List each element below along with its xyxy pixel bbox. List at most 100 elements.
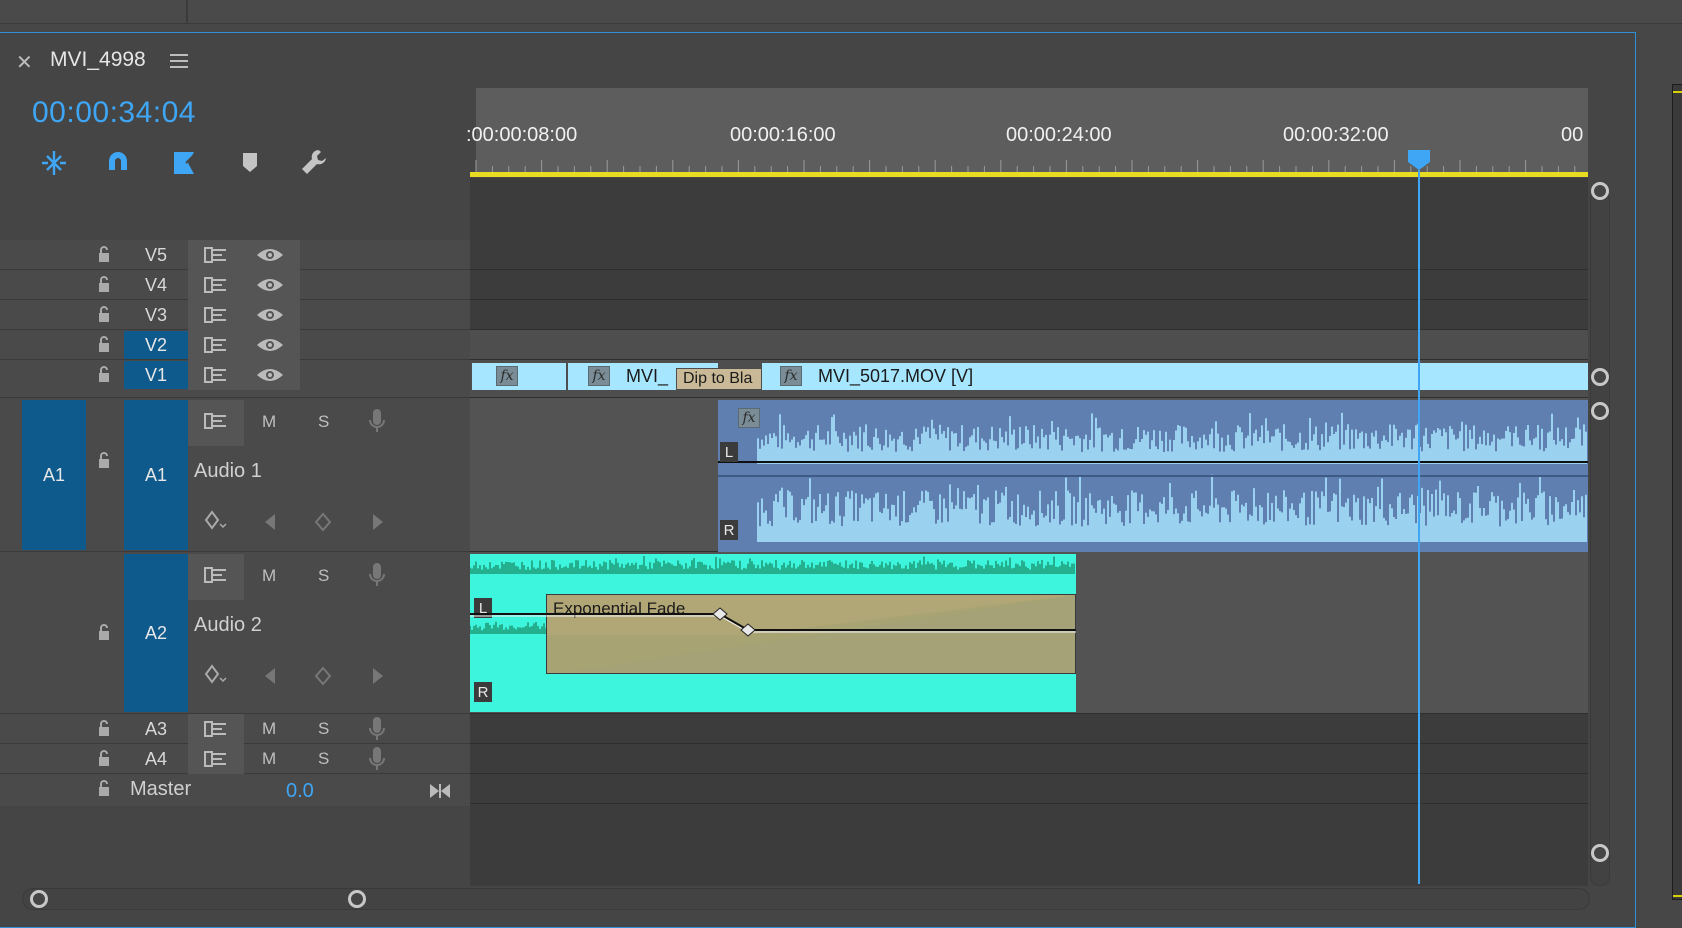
track-target-toggle[interactable]: V2: [124, 331, 188, 359]
mute-track-button[interactable]: M: [262, 412, 276, 432]
sequence-tab-title[interactable]: MVI_4998: [50, 48, 146, 72]
previous-keyframe-icon[interactable]: [262, 512, 278, 532]
scroll-handle-bottom[interactable]: [1591, 844, 1609, 862]
toggle-output-eye-icon[interactable]: [256, 366, 284, 384]
go-to-in-out-icon[interactable]: [428, 782, 452, 800]
track-name[interactable]: Audio 1: [194, 460, 262, 483]
horizontal-zoom-scrollbar[interactable]: [22, 888, 1590, 910]
playhead-handle[interactable]: [1408, 150, 1430, 170]
track-master-area[interactable]: [470, 774, 1588, 804]
solo-track-button[interactable]: S: [318, 566, 329, 586]
toggle-output-eye-icon[interactable]: [256, 276, 284, 294]
track-v3-area[interactable]: [470, 300, 1588, 330]
video-clip[interactable]: fx: [472, 363, 566, 390]
insert-overwrite-icon[interactable]: [168, 146, 204, 180]
timeline-settings-wrench-icon[interactable]: [296, 146, 332, 180]
sync-lock-icon[interactable]: [204, 336, 228, 354]
track-target-toggle[interactable]: A2: [124, 554, 188, 712]
track-lock-icon[interactable]: [96, 718, 112, 738]
scroll-handle-top[interactable]: [1591, 182, 1609, 200]
audio-clip-a2[interactable]: L R Exponential Fade: [470, 554, 1076, 712]
sync-lock-icon[interactable]: [204, 720, 228, 738]
next-keyframe-icon[interactable]: [370, 666, 386, 686]
solo-track-button[interactable]: S: [318, 719, 329, 739]
keyframe-options-icon[interactable]: [204, 510, 228, 532]
track-lock-icon[interactable]: [96, 334, 112, 354]
sync-lock-icon[interactable]: [204, 750, 228, 768]
toggle-output-eye-icon[interactable]: [256, 336, 284, 354]
sync-lock-icon[interactable]: [204, 276, 228, 294]
next-keyframe-icon[interactable]: [370, 512, 386, 532]
track-lock-icon[interactable]: [96, 622, 112, 642]
track-lock-icon[interactable]: [96, 364, 112, 384]
voice-over-record-icon[interactable]: [368, 716, 386, 742]
audio-clip-a1[interactable]: fx L R: [718, 400, 1588, 552]
channel-right-label: R: [720, 520, 738, 540]
track-lock-icon[interactable]: [96, 778, 112, 798]
add-keyframe-icon[interactable]: [314, 666, 332, 686]
snap-in-timeline-icon[interactable]: [36, 146, 72, 180]
vertical-scrollbar[interactable]: [1590, 190, 1610, 886]
sync-lock-icon[interactable]: [204, 566, 228, 584]
linked-selection-icon[interactable]: [100, 146, 136, 180]
voice-over-record-icon[interactable]: [368, 408, 386, 434]
track-v4-area[interactable]: [470, 270, 1588, 300]
track-a3-area[interactable]: [470, 714, 1588, 744]
playhead-timecode[interactable]: 00:00:34:04: [32, 96, 196, 130]
track-lock-icon[interactable]: [96, 748, 112, 768]
transition-dip-to-black[interactable]: Dip to Bla: [676, 368, 762, 390]
playhead-line[interactable]: [1418, 170, 1420, 884]
track-name[interactable]: Audio 2: [194, 614, 262, 637]
track-label[interactable]: V4: [124, 271, 188, 299]
add-keyframe-icon[interactable]: [314, 512, 332, 532]
toggle-output-eye-icon[interactable]: [256, 246, 284, 264]
track-header-v3: V3: [0, 300, 470, 330]
track-v2-area[interactable]: [470, 330, 1588, 360]
sync-lock-icon[interactable]: [204, 306, 228, 324]
mute-track-button[interactable]: M: [262, 719, 276, 739]
volume-rubberband[interactable]: [470, 554, 1076, 712]
mute-track-button[interactable]: M: [262, 749, 276, 769]
track-lock-icon[interactable]: [96, 450, 112, 470]
master-volume-value[interactable]: 0.0: [286, 780, 314, 803]
keyframe-options-icon[interactable]: [204, 664, 228, 686]
add-marker-icon[interactable]: [232, 146, 268, 180]
track-header-v4: V4: [0, 270, 470, 300]
previous-keyframe-icon[interactable]: [262, 666, 278, 686]
track-header-a3: A3 M S: [0, 714, 470, 744]
track-lock-icon[interactable]: [96, 304, 112, 324]
ruler-tick-label: 00:00:16:00: [730, 124, 836, 146]
source-patch-a1[interactable]: A1: [22, 400, 86, 550]
track-a4-area[interactable]: [470, 744, 1588, 774]
work-area-bar[interactable]: [470, 172, 1588, 177]
panel-menu-icon[interactable]: [170, 54, 188, 68]
track-label[interactable]: V5: [124, 241, 188, 269]
track-header-a1: A1 A1 M S Audio 1: [0, 398, 470, 552]
panel-divider[interactable]: [186, 0, 188, 24]
scroll-handle[interactable]: [1591, 402, 1609, 420]
toggle-output-eye-icon[interactable]: [256, 306, 284, 324]
track-v5-area[interactable]: [470, 240, 1588, 270]
video-clip[interactable]: fx MVI_5017.MOV [V]: [762, 363, 1588, 390]
sync-lock-icon[interactable]: [204, 412, 228, 430]
scroll-handle[interactable]: [1591, 368, 1609, 386]
track-target-toggle[interactable]: V1: [124, 361, 188, 389]
voice-over-record-icon[interactable]: [368, 746, 386, 772]
track-lock-icon[interactable]: [96, 274, 112, 294]
track-label[interactable]: A3: [124, 715, 188, 743]
zoom-handle-left[interactable]: [30, 890, 48, 908]
track-target-toggle[interactable]: A1: [124, 400, 188, 550]
track-label[interactable]: V3: [124, 301, 188, 329]
adjacent-marker-bottom: [1673, 895, 1682, 897]
close-panel-icon[interactable]: ✕: [16, 50, 33, 75]
voice-over-record-icon[interactable]: [368, 562, 386, 588]
sync-lock-icon[interactable]: [204, 366, 228, 384]
ruler-tick-label: 00: [1561, 124, 1584, 146]
solo-track-button[interactable]: S: [318, 412, 329, 432]
track-label[interactable]: A4: [124, 745, 188, 773]
sync-lock-icon[interactable]: [204, 246, 228, 264]
mute-track-button[interactable]: M: [262, 566, 276, 586]
solo-track-button[interactable]: S: [318, 749, 329, 769]
zoom-handle-right[interactable]: [348, 890, 366, 908]
track-lock-icon[interactable]: [96, 244, 112, 264]
